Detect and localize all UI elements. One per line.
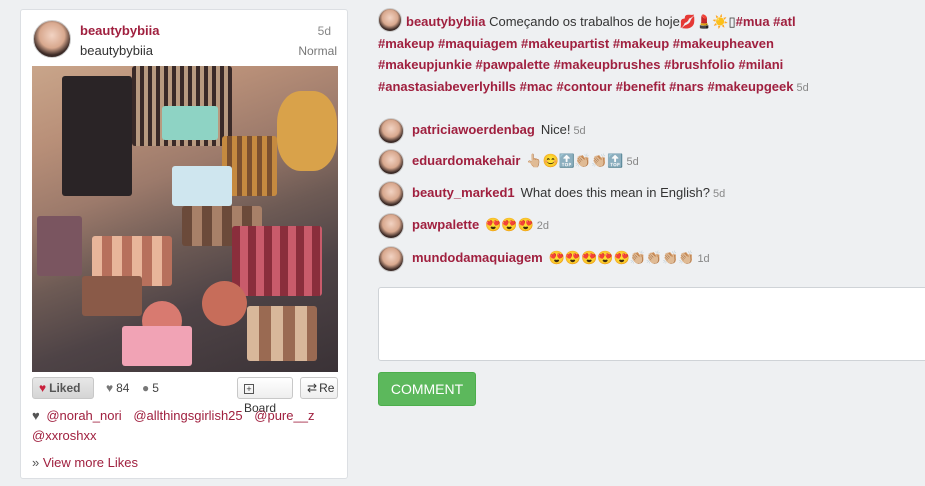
- heart-icon: ♥: [39, 381, 47, 395]
- comment-text: 😍😍😍😍😍👏🏼👏🏼👏🏼👏🏼: [548, 250, 695, 265]
- commenter-avatar[interactable]: [378, 181, 404, 207]
- comment-item: beauty_marked1 What does this mean in Eng…: [378, 181, 918, 207]
- post-header: beautybybiia beautybybiia 5d Normal: [33, 18, 337, 64]
- liker-link[interactable]: @pure__z: [254, 408, 314, 423]
- commenter-avatar[interactable]: [378, 246, 404, 272]
- liked-label: Liked: [49, 381, 81, 395]
- comment-text: 👆🏼😊🔝👏🏼👏🏼🔝: [526, 153, 624, 168]
- post-filter: Normal: [298, 44, 337, 58]
- comment-submit-button[interactable]: COMMENT: [378, 372, 476, 406]
- repost-button[interactable]: ⇄ Re: [300, 377, 338, 399]
- post-photo[interactable]: [32, 66, 338, 372]
- comment-input[interactable]: [378, 287, 925, 361]
- post-actions: ♥ Liked ♥ 84 ● 5 +Board ⇄ Re: [32, 376, 338, 415]
- heart-outline-icon: ♥: [106, 381, 114, 395]
- liker-link[interactable]: @allthingsgirlish25: [133, 408, 242, 423]
- commenter-avatar[interactable]: [378, 149, 404, 175]
- acrylic-case: [172, 166, 232, 206]
- commenter-avatar[interactable]: [378, 118, 404, 144]
- plus-icon: +: [244, 384, 254, 394]
- commenter-username[interactable]: beauty_marked1: [412, 185, 515, 200]
- orange-stand: [277, 91, 337, 171]
- caption-avatar[interactable]: [378, 8, 402, 32]
- liker-link[interactable]: @norah_nori: [46, 408, 121, 423]
- face-palette: [247, 306, 317, 361]
- teal-box: [162, 106, 218, 140]
- caption-text: Começando os trabalhos de hoje💋💄☀️▯: [489, 14, 736, 29]
- brush-holder: [62, 76, 132, 196]
- post-card: beautybybiia beautybybiia 5d Normal ♥ Lik…: [20, 9, 348, 479]
- heart-icon: ♥: [32, 408, 40, 423]
- post-display-name: beautybybiia: [80, 43, 153, 58]
- comment-time: 1d: [697, 253, 710, 265]
- view-more-likes-link[interactable]: » View more Likes: [32, 455, 138, 470]
- pink-palette: [122, 326, 192, 366]
- comment-count[interactable]: ● 5: [142, 381, 159, 395]
- post-time: 5d: [317, 24, 331, 38]
- comment-time: 5d: [712, 188, 726, 200]
- lip-palette: [232, 226, 322, 296]
- commenter-username[interactable]: pawpalette: [412, 217, 479, 232]
- comment-item: pawpalette 😍😍😍 2d: [378, 213, 918, 239]
- palette-stack: [37, 216, 82, 276]
- liked-button[interactable]: ♥ Liked: [32, 377, 94, 399]
- like-count[interactable]: ♥ 84: [106, 381, 129, 395]
- post-username[interactable]: beautybybiia: [80, 23, 159, 38]
- blush-compact-2: [202, 281, 247, 326]
- comment-text: What does this mean in English?: [520, 185, 710, 200]
- comment-text: 😍😍😍: [485, 217, 534, 232]
- liker-link[interactable]: @xxroshxx: [32, 428, 97, 443]
- double-chevron-icon: »: [32, 455, 40, 470]
- caption-username[interactable]: beautybybiia: [406, 14, 485, 29]
- commenter-avatar[interactable]: [378, 213, 404, 239]
- comment-item: eduardomakehair 👆🏼😊🔝👏🏼👏🏼🔝 5d: [378, 149, 918, 175]
- post-caption: beautybybiia Começando os trabalhos de h…: [378, 8, 848, 99]
- comment-item: mundodamaquiagem 😍😍😍😍😍👏🏼👏🏼👏🏼👏🏼 1d: [378, 246, 918, 272]
- commenter-username[interactable]: patriciawoerdenbag: [412, 122, 535, 137]
- commenter-username[interactable]: eduardomakehair: [412, 153, 520, 168]
- comment-time: 5d: [626, 156, 639, 168]
- comment-bubble-icon: ●: [142, 381, 150, 395]
- contour-palette: [82, 276, 142, 316]
- comment-time: 2d: [536, 220, 549, 232]
- board-button[interactable]: +Board: [237, 377, 293, 415]
- caption-time: 5d: [796, 81, 809, 94]
- commenter-username[interactable]: mundodamaquiagem: [412, 250, 543, 265]
- likers-list: ♥ @norah_nori @allthingsgirlish25 @pure_…: [32, 406, 342, 446]
- user-avatar[interactable]: [33, 20, 71, 58]
- comment-text: Nice!: [540, 122, 571, 137]
- comment-item: patriciawoerdenbag Nice! 5d: [378, 118, 918, 144]
- repost-icon: ⇄: [307, 381, 318, 395]
- comment-time: 5d: [573, 125, 586, 137]
